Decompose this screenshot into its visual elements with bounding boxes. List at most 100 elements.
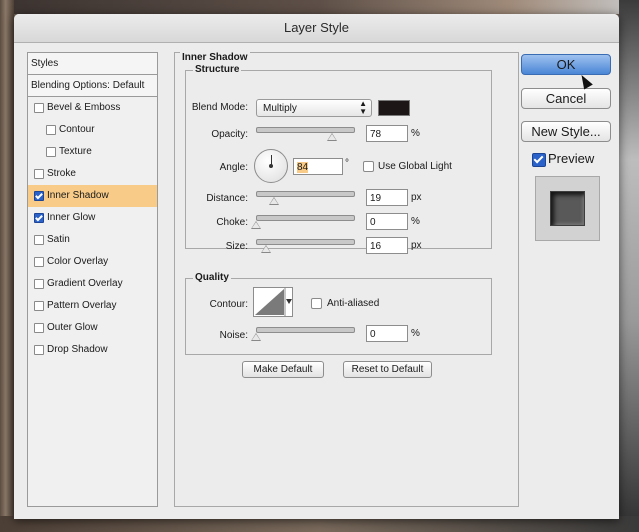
distance-label: Distance:: [206, 193, 248, 204]
use-global-light-checkbox[interactable]: [363, 161, 374, 172]
blend-mode-select[interactable]: Multiply ▲ ▼: [256, 99, 372, 117]
style-item-satin[interactable]: Satin: [28, 229, 157, 251]
blend-mode-label: Blend Mode:: [191, 102, 248, 113]
style-item-drop-shadow[interactable]: Drop Shadow: [28, 339, 157, 361]
style-item-pattern-overlay[interactable]: Pattern Overlay: [28, 295, 157, 317]
size-unit: px: [411, 240, 422, 251]
style-checkbox-inner-glow[interactable]: [34, 213, 44, 223]
angle-dial-center: [269, 164, 273, 168]
blending-options-item[interactable]: Blending Options: Default: [28, 75, 157, 97]
style-item-label: Contour: [59, 124, 95, 135]
angle-dial[interactable]: [254, 149, 288, 183]
style-item-label: Satin: [47, 234, 70, 245]
style-item-texture[interactable]: Texture: [28, 141, 157, 163]
style-item-label: Bevel & Emboss: [47, 102, 121, 113]
style-item-gradient-overlay[interactable]: Gradient Overlay: [28, 273, 157, 295]
quality-group: [185, 278, 492, 355]
style-checkbox-bevel-emboss[interactable]: [34, 103, 44, 113]
style-checkbox-pattern-overlay[interactable]: [34, 301, 44, 311]
preview-checkbox[interactable]: [532, 153, 546, 167]
style-item-label: Texture: [59, 146, 92, 157]
reset-to-default-button[interactable]: Reset to Default: [343, 361, 432, 378]
distance-unit: px: [411, 192, 422, 203]
styles-list: Styles Blending Options: Default Bevel &…: [27, 52, 158, 507]
choke-slider-thumb[interactable]: [251, 221, 261, 229]
style-item-label: Drop Shadow: [47, 344, 108, 355]
noise-input[interactable]: 0: [366, 325, 408, 342]
style-item-stroke[interactable]: Stroke: [28, 163, 157, 185]
opacity-label: Opacity:: [211, 129, 248, 140]
make-default-button[interactable]: Make Default: [242, 361, 324, 378]
opacity-slider-thumb[interactable]: [326, 133, 337, 141]
noise-slider-thumb[interactable]: [251, 333, 261, 341]
ok-button[interactable]: OK: [521, 54, 611, 75]
mouse-cursor-icon: [577, 72, 593, 90]
select-arrows-icon: ▲ ▼: [359, 99, 367, 116]
distance-slider-thumb[interactable]: [269, 197, 280, 205]
angle-input[interactable]: 84: [293, 158, 343, 175]
quality-title: Quality: [193, 272, 231, 283]
size-slider-thumb[interactable]: [260, 245, 271, 253]
shadow-color-swatch[interactable]: [378, 100, 410, 116]
choke-input[interactable]: 0: [366, 213, 408, 230]
blend-mode-value: Multiply: [263, 103, 297, 114]
structure-title: Structure: [193, 64, 242, 75]
contour-label: Contour:: [209, 299, 248, 310]
style-item-outer-glow[interactable]: Outer Glow: [28, 317, 157, 339]
angle-label: Angle:: [219, 162, 248, 173]
style-checkbox-color-overlay[interactable]: [34, 257, 44, 267]
cancel-button[interactable]: Cancel: [521, 88, 611, 109]
new-style-button[interactable]: New Style...: [521, 121, 611, 142]
size-slider[interactable]: [256, 239, 355, 245]
contour-dropdown-icon[interactable]: [286, 299, 292, 304]
background-image-right: [619, 0, 639, 532]
style-checkbox-inner-shadow[interactable]: [34, 191, 44, 201]
style-checkbox-contour[interactable]: [46, 125, 56, 135]
opacity-unit: %: [411, 128, 420, 139]
noise-unit: %: [411, 328, 420, 339]
style-checkbox-stroke[interactable]: [34, 169, 44, 179]
style-item-label: Gradient Overlay: [47, 278, 123, 289]
noise-label: Noise:: [219, 330, 248, 341]
style-checkbox-gradient-overlay[interactable]: [34, 279, 44, 289]
noise-slider[interactable]: [256, 327, 355, 333]
style-item-label: Outer Glow: [47, 322, 98, 333]
style-checkbox-satin[interactable]: [34, 235, 44, 245]
style-item-inner-shadow[interactable]: Inner Shadow: [28, 185, 157, 207]
style-item-label: Pattern Overlay: [47, 300, 117, 311]
layer-style-dialog: Layer Style Styles Blending Options: Def…: [14, 14, 619, 519]
angle-input-value: 84: [297, 162, 309, 173]
preview-label: Preview: [548, 151, 595, 166]
style-item-label: Color Overlay: [47, 256, 109, 267]
choke-unit: %: [411, 216, 420, 227]
anti-aliased-label: Anti-aliased: [327, 298, 380, 309]
style-item-contour[interactable]: Contour: [28, 119, 157, 141]
opacity-slider[interactable]: [256, 127, 355, 133]
background-image-left: [0, 0, 14, 532]
style-item-label: Inner Glow: [47, 212, 96, 223]
distance-input[interactable]: 19: [366, 189, 408, 206]
anti-aliased-checkbox[interactable]: [311, 298, 322, 309]
size-input[interactable]: 16: [366, 237, 408, 254]
use-global-light-label: Use Global Light: [378, 161, 452, 172]
style-preview: [535, 176, 600, 241]
choke-slider[interactable]: [256, 215, 355, 221]
style-item-label: Stroke: [47, 168, 76, 179]
style-checkbox-texture[interactable]: [46, 147, 56, 157]
dialog-title: Layer Style: [14, 14, 619, 43]
style-item-color-overlay[interactable]: Color Overlay: [28, 251, 157, 273]
inner-shadow-title: Inner Shadow: [180, 52, 250, 63]
style-item-inner-glow[interactable]: Inner Glow: [28, 207, 157, 229]
angle-unit: °: [345, 158, 349, 169]
choke-label: Choke:: [216, 217, 248, 228]
style-preview-swatch: [550, 191, 585, 226]
style-checkbox-drop-shadow[interactable]: [34, 345, 44, 355]
styles-header[interactable]: Styles: [28, 53, 157, 75]
style-checkbox-outer-glow[interactable]: [34, 323, 44, 333]
inner-shadow-panel: Inner Shadow Structure Blend Mode: Multi…: [174, 52, 519, 507]
style-item-label: Inner Shadow: [47, 190, 109, 201]
style-item-bevel-emboss[interactable]: Bevel & Emboss: [28, 97, 157, 119]
opacity-input[interactable]: 78: [366, 125, 408, 142]
contour-picker[interactable]: [253, 287, 293, 317]
size-label: Size:: [225, 241, 248, 252]
